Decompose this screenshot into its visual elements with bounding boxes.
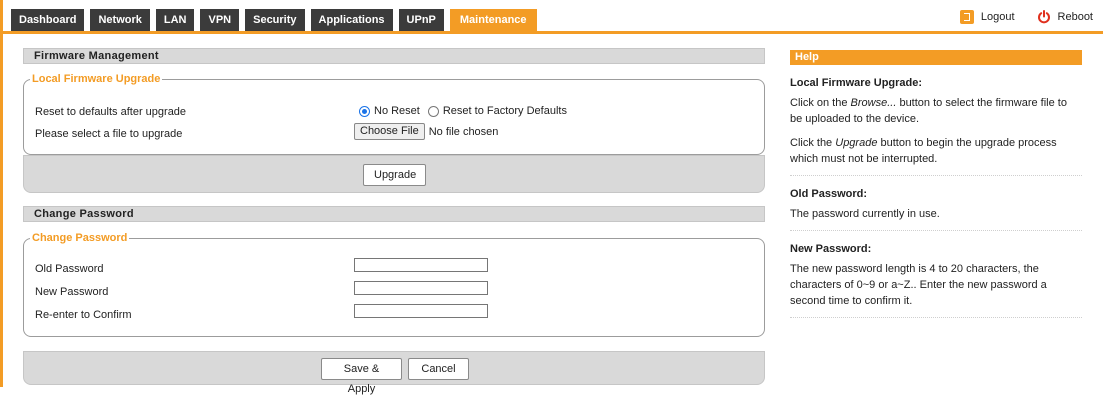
password-section-header: Change Password — [23, 206, 765, 222]
tab-applications[interactable]: Applications — [310, 9, 393, 31]
select-file-label: Please select a file to upgrade — [35, 128, 183, 140]
file-status: No file chosen — [428, 125, 499, 138]
help-new-password-heading: New Password: — [790, 243, 872, 255]
old-password-input[interactable] — [354, 258, 488, 272]
new-password-input[interactable] — [354, 281, 488, 295]
tab-dashboard[interactable]: Dashboard — [11, 9, 85, 31]
top-actions: Logout Reboot — [959, 10, 1093, 24]
help-old-password-heading: Old Password: — [790, 188, 868, 200]
tab-security[interactable]: Security — [245, 9, 305, 31]
help-firmware-heading: Local Firmware Upgrade: — [790, 77, 923, 89]
tab-upnp[interactable]: UPnP — [398, 9, 444, 31]
reset-defaults-label: Reset to defaults after upgrade — [35, 106, 187, 118]
password-action-bar: Save & Apply Cancel — [23, 351, 765, 395]
help-new-password-block: New Password: The new password length is… — [790, 243, 1082, 318]
help-old-password-block: Old Password: The password currently in … — [790, 188, 1082, 231]
reboot-button[interactable]: Reboot — [1037, 10, 1093, 24]
firmware-file-picker: Choose File No file chosen — [354, 123, 498, 140]
new-password-label: New Password — [35, 286, 109, 298]
reset-radio-group: No Reset Reset to Factory Defaults — [359, 105, 575, 117]
help-title: Help — [790, 50, 1082, 65]
help-panel: Help Local Firmware Upgrade: Click on th… — [790, 50, 1082, 318]
factory-reset-label[interactable]: Reset to Factory Defaults — [443, 105, 567, 117]
main-tabs: Dashboard Network LAN VPN Security Appli… — [11, 9, 537, 34]
upgrade-button[interactable]: Upgrade — [363, 164, 426, 186]
power-icon — [1037, 10, 1051, 24]
choose-file-button[interactable]: Choose File — [354, 123, 425, 140]
cancel-button[interactable]: Cancel — [408, 358, 469, 380]
tab-vpn[interactable]: VPN — [200, 9, 240, 31]
no-reset-radio[interactable] — [359, 105, 370, 117]
no-reset-label[interactable]: No Reset — [374, 105, 420, 117]
firmware-action-bar: Upgrade — [23, 155, 765, 193]
logout-icon — [959, 10, 974, 24]
tab-network[interactable]: Network — [90, 9, 150, 31]
firmware-section-header: Firmware Management — [23, 48, 765, 64]
tab-maintenance[interactable]: Maintenance — [449, 9, 537, 34]
change-password-legend: Change Password — [32, 232, 128, 244]
old-password-label: Old Password — [35, 263, 104, 275]
help-old-password-text: The password currently in use. — [790, 208, 940, 220]
left-accent-edge — [0, 0, 3, 387]
help-firmware-text-1: Click on the Browse... button to select … — [790, 97, 1067, 125]
save-apply-button[interactable]: Save & Apply — [321, 358, 402, 395]
local-firmware-upgrade-legend: Local Firmware Upgrade — [32, 73, 161, 85]
reboot-label: Reboot — [1057, 11, 1093, 23]
logout-button[interactable]: Logout — [959, 10, 1015, 24]
factory-reset-radio[interactable] — [427, 105, 439, 117]
help-new-password-text: The new password length is 4 to 20 chara… — [790, 263, 1047, 307]
tab-lan[interactable]: LAN — [155, 9, 195, 31]
confirm-password-input[interactable] — [354, 304, 488, 318]
help-firmware-text-2: Click the Upgrade button to begin the up… — [790, 137, 1057, 165]
top-navigation-bar: Dashboard Network LAN VPN Security Appli… — [0, 0, 1103, 387]
logout-label: Logout — [980, 11, 1015, 23]
help-firmware-block: Local Firmware Upgrade: Click on the Bro… — [790, 77, 1082, 176]
confirm-password-label: Re-enter to Confirm — [35, 309, 132, 321]
